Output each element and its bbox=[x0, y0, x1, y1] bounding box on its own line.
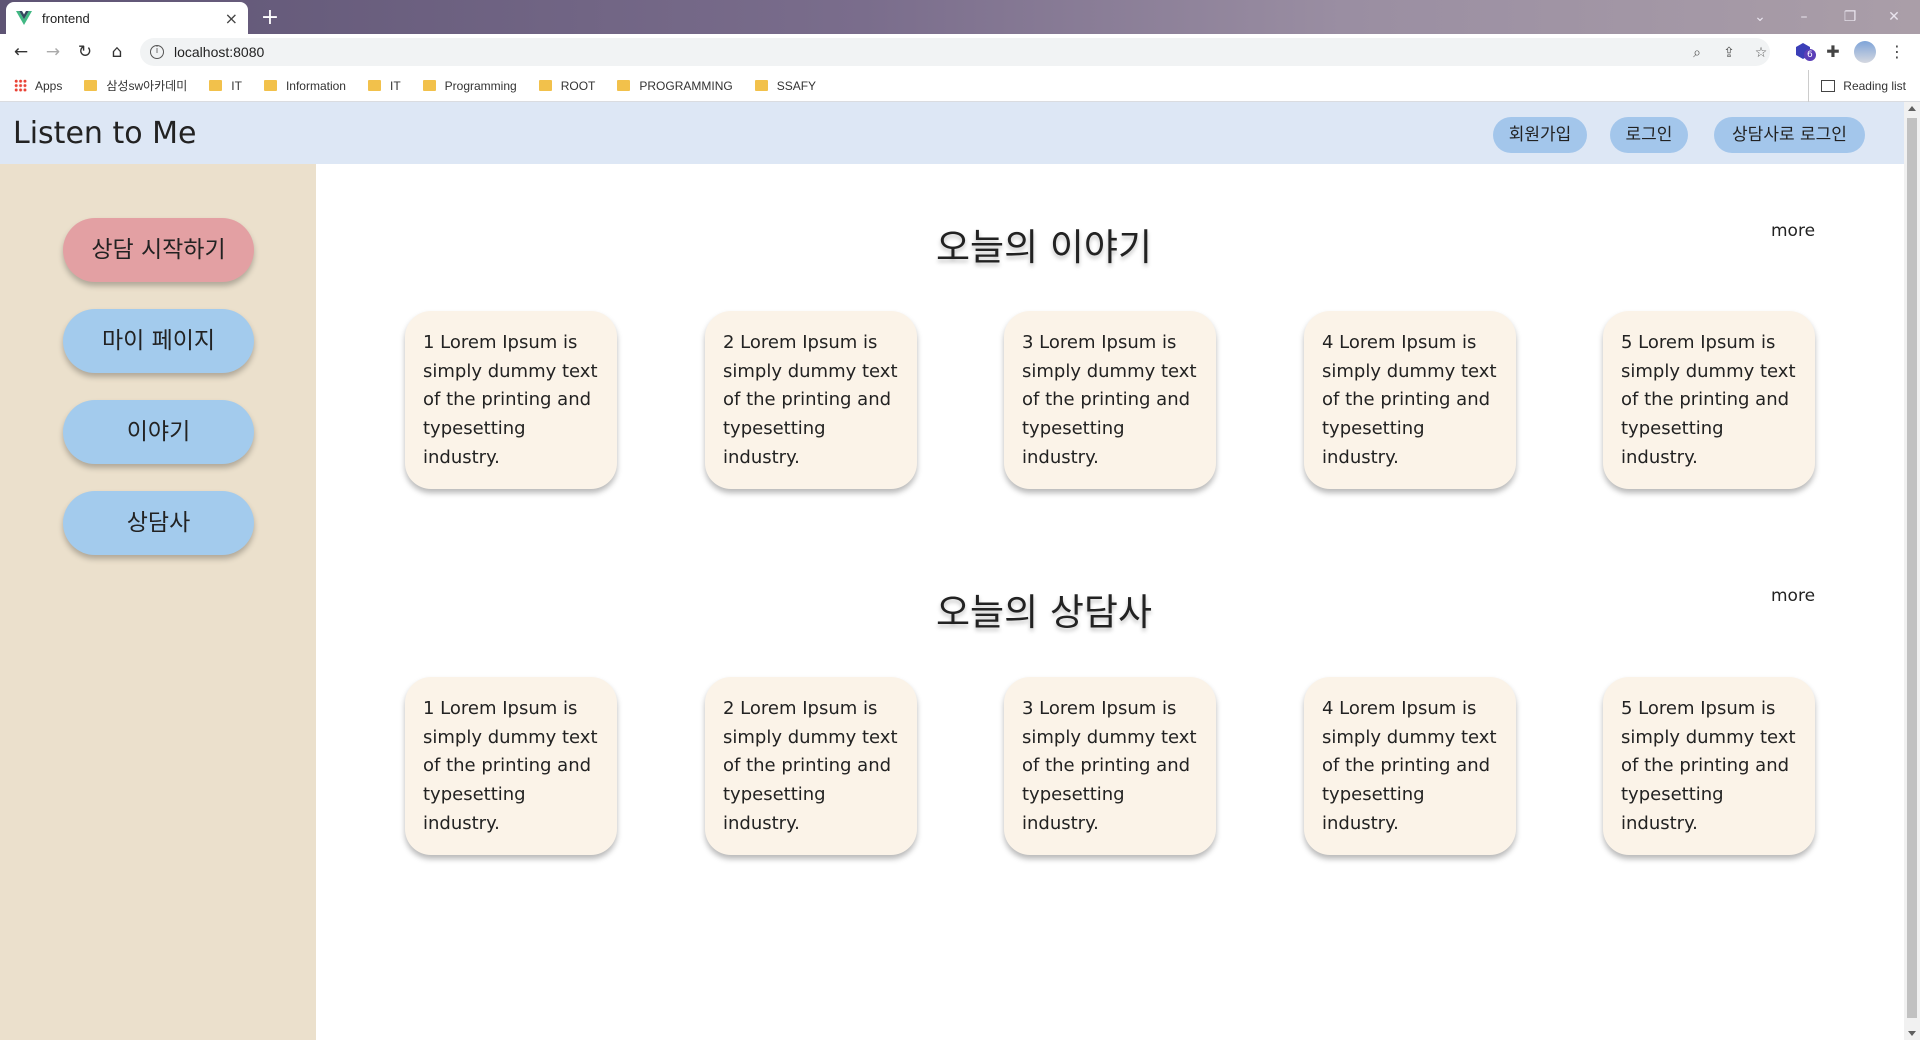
counselor-card[interactable]: 4 Lorem Ipsum is simply dummy text of th… bbox=[1304, 677, 1516, 855]
menu-kebab-icon[interactable]: ⋮ bbox=[1886, 41, 1908, 63]
story-card[interactable]: 4 Lorem Ipsum is simply dummy text of th… bbox=[1304, 311, 1516, 489]
back-icon[interactable]: ← bbox=[8, 39, 34, 65]
folder-icon bbox=[367, 80, 381, 91]
site-header: Listen to Me 회원가입 로그인 상담사로 로그인 bbox=[0, 102, 1904, 164]
scroll-down-arrow-icon[interactable] bbox=[1908, 1031, 1916, 1036]
reading-list-button[interactable]: Reading list bbox=[1808, 70, 1906, 102]
bookmark-folder[interactable]: PROGRAMMING bbox=[617, 78, 733, 93]
stories-more-link[interactable]: more bbox=[1771, 221, 1815, 241]
address-bar[interactable]: i localhost:8080 ⌕ ⇪ ☆ bbox=[140, 38, 1770, 66]
forward-icon[interactable]: → bbox=[40, 39, 66, 65]
close-tab-icon[interactable]: × bbox=[225, 9, 238, 28]
url-text: localhost:8080 bbox=[174, 44, 265, 60]
bookmark-label: PROGRAMMING bbox=[639, 78, 733, 93]
reading-list-icon bbox=[1821, 80, 1836, 92]
bookmark-folder[interactable]: Programming bbox=[422, 78, 517, 93]
my-page-button[interactable]: 마이 페이지 bbox=[63, 309, 254, 373]
bookmark-folder[interactable]: Information bbox=[263, 78, 346, 93]
apps-grid-icon bbox=[14, 79, 27, 92]
folder-icon bbox=[422, 80, 436, 91]
todays-counselors-title: 오늘의 상담사 bbox=[935, 591, 1152, 634]
scroll-thumb[interactable] bbox=[1907, 118, 1917, 1018]
counselors-more-link[interactable]: more bbox=[1771, 586, 1815, 606]
vue-logo-icon bbox=[16, 11, 32, 25]
sidebar: 상담 시작하기 마이 페이지 이야기 상담사 bbox=[0, 164, 316, 1040]
reload-icon[interactable]: ↻ bbox=[72, 39, 98, 65]
extension-badge: 6 bbox=[1804, 49, 1816, 61]
bookmark-label: SSAFY bbox=[776, 78, 817, 93]
stories-button[interactable]: 이야기 bbox=[63, 400, 254, 464]
new-tab-icon[interactable]: + bbox=[256, 4, 284, 32]
story-card[interactable]: 2 Lorem Ipsum is simply dummy text of th… bbox=[705, 311, 917, 489]
minimize-icon[interactable]: – bbox=[1784, 4, 1824, 30]
bookmark-label: IT bbox=[231, 78, 242, 93]
counselor-card[interactable]: 3 Lorem Ipsum is simply dummy text of th… bbox=[1004, 677, 1216, 855]
todays-stories-title: 오늘의 이야기 bbox=[935, 226, 1152, 269]
bookmark-label: ROOT bbox=[560, 78, 596, 93]
bookmark-apps[interactable]: Apps bbox=[14, 79, 62, 93]
bookmark-folder[interactable]: 삼성sw아카데미 bbox=[84, 77, 187, 94]
home-icon[interactable]: ⌂ bbox=[104, 39, 130, 65]
folder-icon bbox=[209, 80, 223, 91]
profile-avatar[interactable] bbox=[1854, 41, 1876, 63]
share-icon[interactable]: ⇪ bbox=[1719, 43, 1739, 63]
bookmark-folder[interactable]: IT bbox=[209, 79, 242, 93]
story-card[interactable]: 3 Lorem Ipsum is simply dummy text of th… bbox=[1004, 311, 1216, 489]
browser-toolbar: ← → ↻ ⌂ i localhost:8080 ⌕ ⇪ ☆ 6 ✚ ⋮ bbox=[0, 34, 1920, 70]
site-title[interactable]: Listen to Me bbox=[13, 116, 196, 151]
tab-strip: frontend × + ⌄ – ❐ ✕ bbox=[0, 0, 1920, 34]
bookmark-folder[interactable]: SSAFY bbox=[754, 78, 817, 93]
start-counseling-button[interactable]: 상담 시작하기 bbox=[63, 218, 254, 282]
counselor-card[interactable]: 5 Lorem Ipsum is simply dummy text of th… bbox=[1603, 677, 1815, 855]
page-scrollbar[interactable] bbox=[1904, 102, 1920, 1040]
story-card[interactable]: 5 Lorem Ipsum is simply dummy text of th… bbox=[1603, 311, 1815, 489]
bookmark-label: Information bbox=[285, 78, 346, 93]
counselor-card[interactable]: 2 Lorem Ipsum is simply dummy text of th… bbox=[705, 677, 917, 855]
scroll-up-arrow-icon[interactable] bbox=[1908, 106, 1916, 111]
folder-icon bbox=[617, 80, 631, 91]
zoom-icon[interactable]: ⌕ bbox=[1687, 43, 1707, 63]
main-content: 오늘의 이야기 more 1 Lorem Ipsum is simply dum… bbox=[316, 164, 1904, 1040]
bookmark-folder[interactable]: ROOT bbox=[538, 78, 596, 93]
counselors-button[interactable]: 상담사 bbox=[63, 491, 254, 555]
login-button[interactable]: 로그인 bbox=[1610, 117, 1688, 153]
folder-icon bbox=[754, 80, 768, 91]
counselor-card[interactable]: 1 Lorem Ipsum is simply dummy text of th… bbox=[405, 677, 617, 855]
window-close-icon[interactable]: ✕ bbox=[1874, 4, 1914, 30]
browser-tab[interactable]: frontend × bbox=[6, 2, 248, 34]
bookmarks-bar: Apps 삼성sw아카데미 IT Information IT Programm… bbox=[0, 70, 1920, 102]
signup-button[interactable]: 회원가입 bbox=[1493, 117, 1587, 153]
counselor-login-button[interactable]: 상담사로 로그인 bbox=[1714, 117, 1865, 153]
folder-icon bbox=[84, 80, 98, 91]
folder-icon bbox=[538, 80, 552, 91]
extension-hexagon-icon[interactable]: 6 bbox=[1792, 41, 1816, 63]
bookmark-label: IT bbox=[389, 78, 401, 93]
bookmark-folder[interactable]: IT bbox=[367, 78, 401, 93]
bookmark-label: 삼성sw아카데미 bbox=[106, 79, 188, 93]
tab-search-icon[interactable]: ⌄ bbox=[1740, 4, 1780, 30]
extensions-puzzle-icon[interactable]: ✚ bbox=[1822, 41, 1844, 63]
restore-icon[interactable]: ❐ bbox=[1830, 4, 1870, 30]
site-info-icon[interactable]: i bbox=[150, 45, 164, 59]
web-page: Listen to Me 회원가입 로그인 상담사로 로그인 상담 시작하기 마… bbox=[0, 102, 1904, 1040]
folder-icon bbox=[263, 80, 277, 91]
bookmark-label: Programming bbox=[444, 78, 517, 93]
browser-chrome: frontend × + ⌄ – ❐ ✕ ← → ↻ ⌂ i localhost… bbox=[0, 0, 1920, 102]
story-card[interactable]: 1 Lorem Ipsum is simply dummy text of th… bbox=[405, 311, 617, 489]
tab-title: frontend bbox=[42, 10, 90, 26]
bookmark-star-icon[interactable]: ☆ bbox=[1751, 43, 1771, 63]
reading-list-label: Reading list bbox=[1843, 79, 1906, 93]
bookmark-label: Apps bbox=[35, 78, 63, 93]
